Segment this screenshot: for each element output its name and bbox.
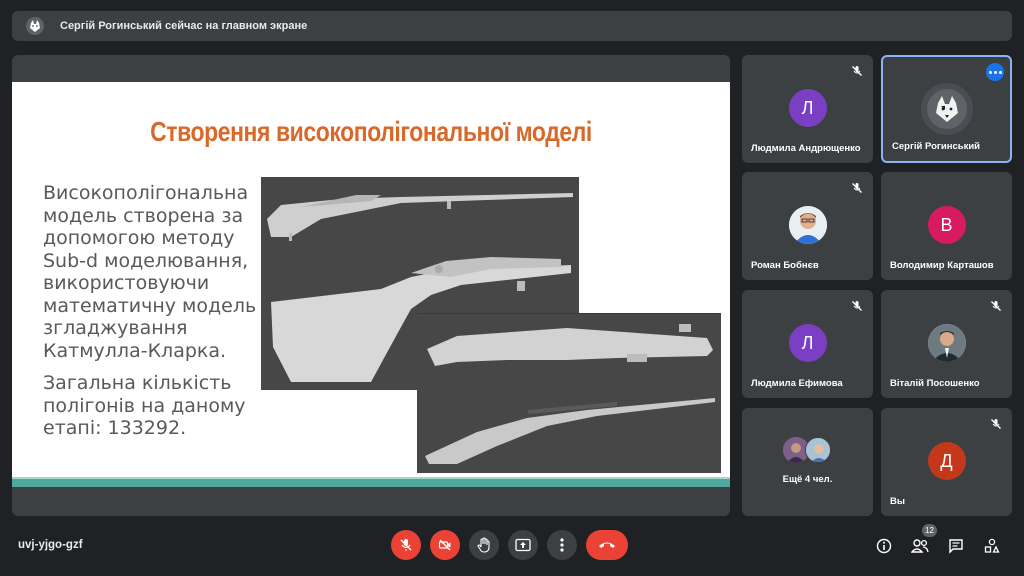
presenting-banner-text: Сергій Рогинський сейчас на главном экра… xyxy=(60,20,308,32)
raise-hand-icon xyxy=(477,537,490,553)
mic-off-icon xyxy=(400,539,412,551)
participant-name: Людмила Андрющенко xyxy=(751,143,861,154)
chat-icon xyxy=(949,539,963,554)
meeting-code: uvj-yjgo-gzf xyxy=(18,539,83,551)
mic-off-icon xyxy=(991,301,1001,311)
participant-photo xyxy=(927,324,966,362)
mic-off-icon xyxy=(852,183,862,193)
more-vert-icon xyxy=(560,538,564,552)
slide-paragraph: Високополігональна модель створена за до… xyxy=(43,182,257,362)
slide-footer-bar xyxy=(12,479,730,487)
slide-body: Високополігональна модель створена за до… xyxy=(43,182,263,450)
other-participant-avatar xyxy=(805,437,831,463)
speaking-indicator-icon xyxy=(986,63,1004,81)
mic-off-icon xyxy=(852,66,862,76)
videocam-off-icon xyxy=(438,539,451,551)
self-name: Вы xyxy=(890,496,905,507)
participant-count-badge: 12 xyxy=(922,524,937,537)
participant-tile[interactable]: Л Людмила Ефимова xyxy=(742,290,873,398)
more-participants-label: Ещё 4 чел. xyxy=(782,474,833,485)
more-options-button[interactable] xyxy=(547,530,577,560)
activities-icon xyxy=(984,538,1000,553)
participant-name: Сергій Рогинський xyxy=(892,141,981,152)
participant-name: Віталій Посошенко xyxy=(890,378,980,389)
activities-button[interactable] xyxy=(982,536,1002,556)
present-now-button[interactable] xyxy=(508,530,538,560)
participant-tile[interactable]: Л Людмила Андрющенко xyxy=(742,55,873,163)
slide-title: Створення високополігональної моделі xyxy=(150,116,592,147)
mic-toggle-button[interactable] xyxy=(391,530,421,560)
presentation-screen[interactable]: Створення високополігональної моделі Вис… xyxy=(12,55,730,516)
chat-button[interactable] xyxy=(946,536,966,556)
presenting-banner: Сергій Рогинський сейчас на главном экра… xyxy=(12,11,1012,41)
present-icon xyxy=(515,538,531,552)
slide-paragraph: Загальна кількість полігонів на даному е… xyxy=(43,372,246,439)
participant-name: Роман Бобнєв xyxy=(751,260,819,271)
participant-tile[interactable]: В Володимир Карташов xyxy=(881,172,1012,280)
participant-tile[interactable]: Віталій Посошенко xyxy=(881,290,1012,398)
participant-name: Людмила Ефимова xyxy=(751,378,843,389)
leave-call-button[interactable] xyxy=(586,530,628,560)
rifle-closeup-render-image xyxy=(417,313,721,473)
mic-off-icon xyxy=(852,301,862,311)
slide: Створення високополігональної моделі Вис… xyxy=(12,82,730,487)
participant-photo xyxy=(788,206,827,244)
self-avatar: Д xyxy=(927,442,966,480)
more-participants-tile[interactable]: Ещё 4 чел. xyxy=(742,408,873,516)
camera-toggle-button[interactable] xyxy=(430,530,460,560)
participant-name: Володимир Карташов xyxy=(890,260,994,271)
participant-tile[interactable]: Роман Бобнєв xyxy=(742,172,873,280)
mic-off-icon xyxy=(991,419,1001,429)
info-icon xyxy=(876,538,892,554)
self-tile[interactable]: Д Вы xyxy=(881,408,1012,516)
participant-avatar: Л xyxy=(788,89,827,127)
participant-avatar: Л xyxy=(788,324,827,362)
people-icon xyxy=(911,539,929,553)
participant-avatar: В xyxy=(927,206,966,244)
participant-tile-active[interactable]: Сергій Рогинський xyxy=(881,55,1012,163)
others-avatar-stack xyxy=(783,437,833,467)
participant-avatar xyxy=(920,83,973,135)
presenter-avatar xyxy=(26,17,44,35)
raise-hand-button[interactable] xyxy=(469,530,499,560)
call-end-icon xyxy=(599,542,615,548)
meeting-details-button[interactable] xyxy=(874,536,894,556)
show-everyone-button[interactable] xyxy=(910,536,930,556)
